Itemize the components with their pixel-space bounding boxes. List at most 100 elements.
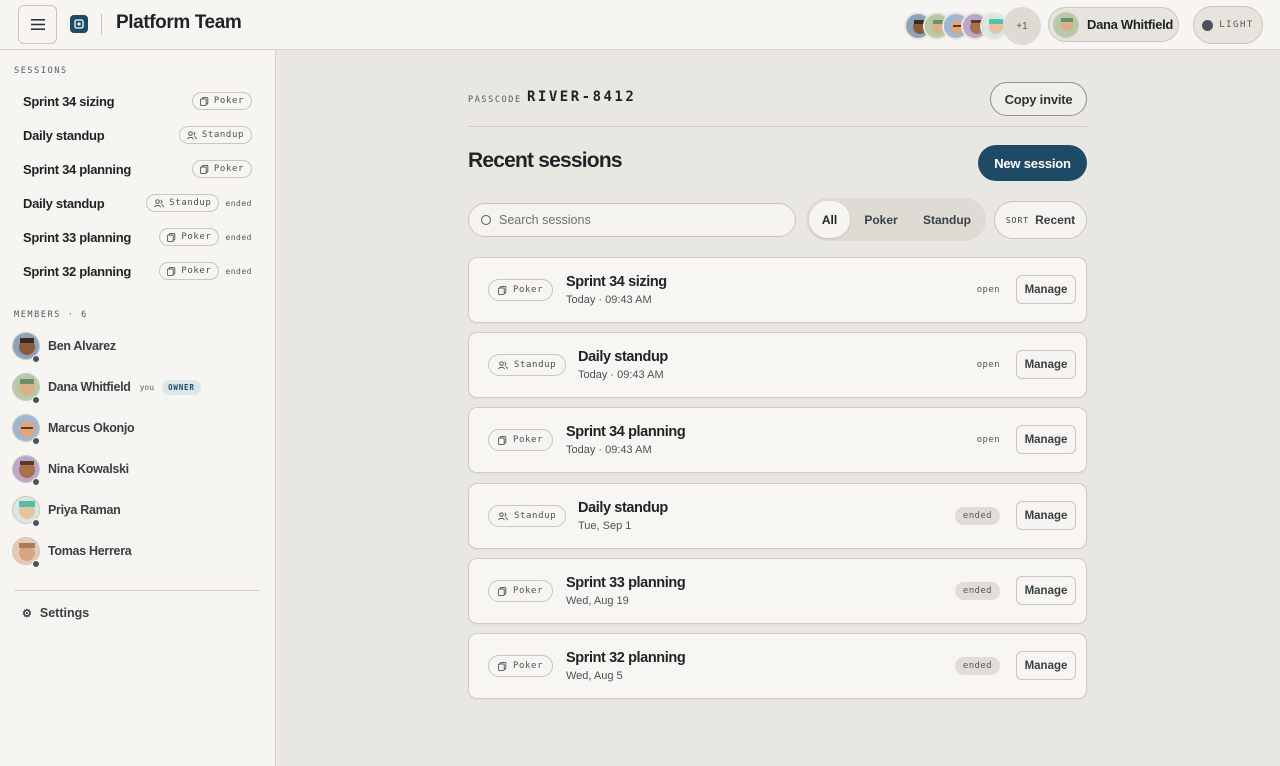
cards-icon (498, 661, 507, 671)
session-name: Sprint 32 planning (23, 263, 131, 279)
cards-icon (200, 164, 209, 174)
sidebar-divider (14, 590, 260, 591)
member-item[interactable]: Priya Raman (12, 495, 121, 527)
session-type-badge: Standup (488, 505, 567, 527)
search-input[interactable] (499, 213, 779, 227)
presence-dot (32, 478, 40, 486)
presence-dot (32, 355, 40, 363)
card-time: Today · 09:43 AM (566, 294, 652, 306)
session-type-badge: Standup (146, 194, 220, 212)
card-status: ended (954, 507, 1000, 525)
member-name: Tomas Herrera (48, 544, 132, 558)
gear-icon: ⚙ (22, 607, 32, 620)
filter-standup[interactable]: Standup (912, 201, 982, 238)
cards-icon (498, 285, 507, 295)
sidebar: SESSIONS Sprint 34 sizing Poker Daily st… (0, 50, 276, 766)
filter-poker[interactable]: Poker (850, 201, 912, 238)
sort-label: SORT (1005, 215, 1030, 225)
card-title: Sprint 32 planning (566, 650, 686, 666)
more-avatars-count[interactable]: +1 (1003, 7, 1041, 45)
people-icon (498, 360, 508, 369)
search-icon (481, 215, 491, 225)
user-menu[interactable]: Dana Whitfield (1048, 7, 1179, 42)
theme-dot-icon (1202, 19, 1214, 31)
cards-icon (200, 96, 209, 106)
card-time: Wed, Aug 19 (566, 595, 629, 607)
theme-toggle[interactable]: LIGHT (1193, 6, 1263, 44)
manage-button[interactable]: Manage (1016, 501, 1076, 530)
presence-dot (32, 396, 40, 404)
session-card[interactable]: Standup Daily standup Tue, Sep 1 ended M… (468, 483, 1087, 549)
member-item[interactable]: Marcus Okonjo (12, 413, 135, 445)
section-title: Recent sessions (468, 149, 623, 172)
sidebar-session-item[interactable]: Sprint 33 planning Poker ended (8, 222, 260, 252)
member-item[interactable]: Dana Whitfield you OWNER (12, 372, 201, 404)
session-ended-label: ended (225, 232, 252, 242)
member-name: Nina Kowalski (48, 462, 129, 476)
presence-dot (32, 437, 40, 445)
presence-dot (32, 560, 40, 568)
card-status: open (976, 285, 1000, 295)
member-item[interactable]: Ben Alvarez (12, 331, 116, 363)
theme-label: LIGHT (1219, 20, 1254, 30)
card-time: Today · 09:43 AM (578, 369, 664, 381)
session-type-badge: Poker (488, 429, 554, 451)
sidebar-session-item[interactable]: Daily standup Standup (8, 120, 260, 150)
card-title: Sprint 33 planning (566, 575, 686, 591)
session-type-badge: Poker (159, 262, 220, 280)
user-name: Dana Whitfield (1087, 17, 1174, 32)
member-item[interactable]: Nina Kowalski (12, 454, 129, 486)
sidebar-session-item[interactable]: Daily standup Standup ended (8, 188, 260, 218)
session-name: Sprint 34 sizing (23, 93, 115, 109)
sidebar-session-item[interactable]: Sprint 34 sizing Poker (8, 86, 260, 116)
new-session-button[interactable]: New session (978, 145, 1087, 181)
cards-icon (167, 232, 176, 242)
manage-button[interactable]: Manage (1016, 350, 1076, 379)
session-type-badge: Poker (191, 160, 252, 178)
card-title: Daily standup (578, 500, 668, 516)
app-logo-icon (70, 15, 88, 33)
session-type-badge: Standup (488, 354, 567, 376)
session-name: Daily standup (23, 127, 105, 143)
session-type-badge: Standup (178, 126, 252, 144)
session-type-badge: Poker (488, 655, 554, 677)
session-card[interactable]: Poker Sprint 34 planning Today · 09:43 A… (468, 407, 1087, 473)
session-card[interactable]: Poker Sprint 33 planning Wed, Aug 19 end… (468, 558, 1087, 624)
session-card[interactable]: Poker Sprint 32 planning Wed, Aug 5 ende… (468, 633, 1087, 699)
search-field[interactable] (468, 203, 796, 237)
session-card[interactable]: Standup Daily standup Today · 09:43 AM o… (468, 332, 1087, 398)
card-time: Today · 09:43 AM (566, 444, 652, 456)
session-name: Sprint 34 planning (23, 161, 131, 177)
people-icon (498, 511, 508, 520)
sidebar-session-item[interactable]: Sprint 32 planning Poker ended (8, 256, 260, 286)
manage-button[interactable]: Manage (1016, 651, 1076, 680)
session-type-badge: Poker (191, 92, 252, 110)
copy-invite-button[interactable]: Copy invite (990, 82, 1087, 116)
passcode-value: RIVER-8412 (527, 89, 637, 105)
member-name: Marcus Okonjo (48, 421, 135, 435)
cards-icon (498, 435, 507, 445)
session-name: Sprint 33 planning (23, 229, 131, 245)
title-divider (101, 14, 102, 35)
manage-button[interactable]: Manage (1016, 275, 1076, 304)
filter-all[interactable]: All (809, 201, 850, 238)
members-label: MEMBERS · 6 (14, 310, 88, 320)
sessions-label: SESSIONS (14, 66, 68, 76)
card-title: Sprint 34 planning (566, 424, 686, 440)
manage-button[interactable]: Manage (1016, 425, 1076, 454)
card-status: ended (954, 657, 1000, 675)
session-card[interactable]: Poker Sprint 34 sizing Today · 09:43 AM … (468, 257, 1087, 323)
member-item[interactable]: Tomas Herrera (12, 536, 132, 568)
cards-icon (498, 586, 507, 596)
session-ended-label: ended (225, 198, 252, 208)
member-name: Priya Raman (48, 503, 121, 517)
manage-button[interactable]: Manage (1016, 576, 1076, 605)
card-status: open (976, 435, 1000, 445)
session-ended-label: ended (225, 266, 252, 276)
sort-button[interactable]: SORT Recent (994, 201, 1087, 239)
sidebar-session-item[interactable]: Sprint 34 planning Poker (8, 154, 260, 184)
owner-badge: OWNER (162, 379, 201, 395)
participant-avatars[interactable]: +1 (904, 7, 1041, 45)
menu-button[interactable] (18, 5, 57, 44)
settings-link[interactable]: ⚙ Settings (22, 606, 89, 620)
